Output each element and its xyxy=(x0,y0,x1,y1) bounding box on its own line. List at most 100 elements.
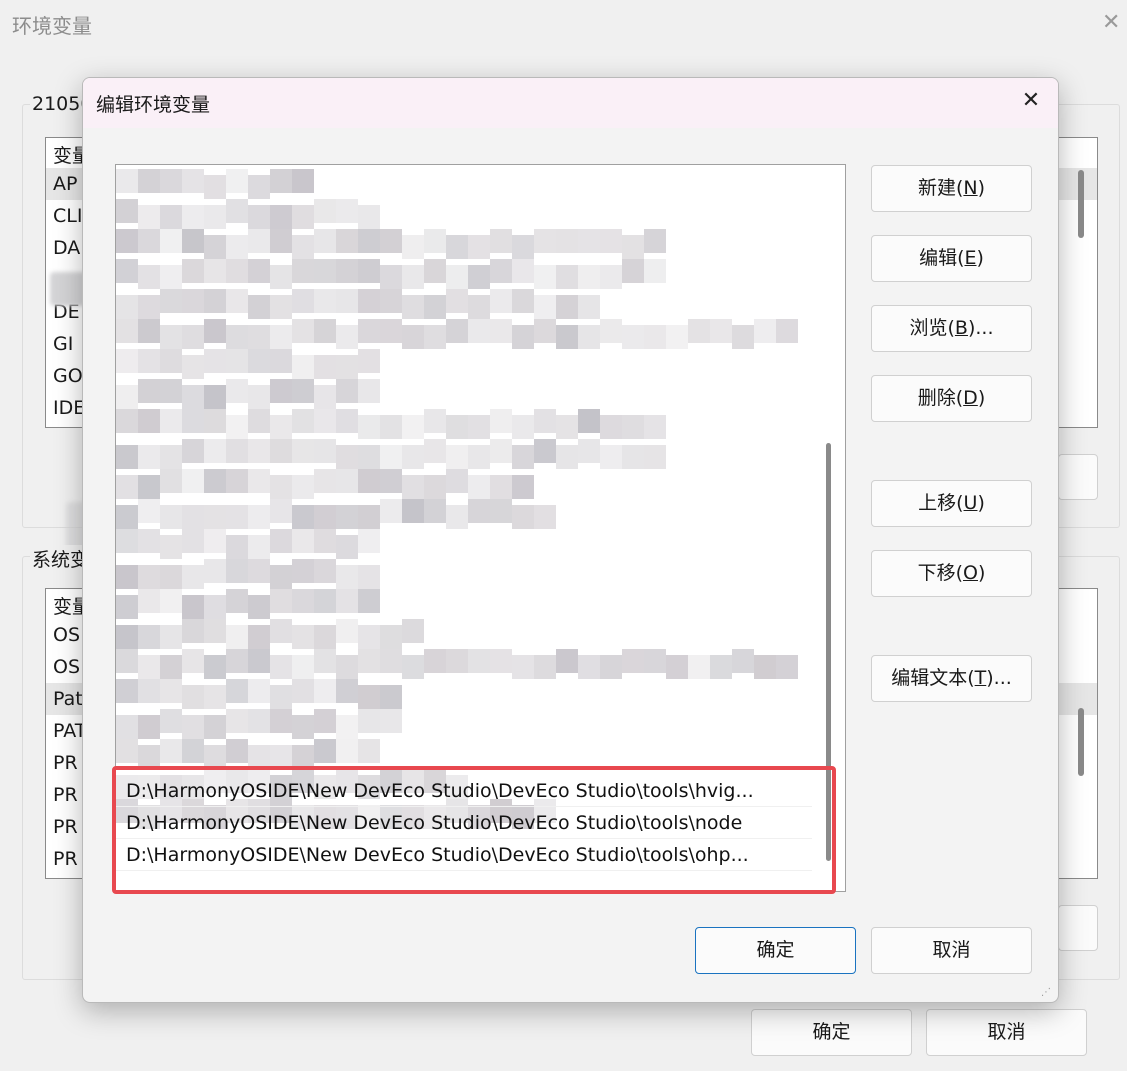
redaction-pixel xyxy=(556,445,578,469)
redaction-pixel xyxy=(182,505,204,529)
redaction-pixel xyxy=(424,475,446,499)
redaction-pixel xyxy=(314,559,336,583)
dialog-title: 编辑环境变量 xyxy=(96,94,211,116)
list-item[interactable]: D:\HarmonyOSIDE\New DevEco Studio\DevEco… xyxy=(116,775,812,807)
redaction-pixel xyxy=(292,559,314,583)
redaction-pixel xyxy=(292,319,314,343)
redaction-pixel xyxy=(204,529,226,553)
resize-grip-icon[interactable]: ⋰ xyxy=(1041,986,1055,1000)
path-list[interactable]: D:\HarmonyOSIDE\New DevEco Studio\DevEco… xyxy=(115,164,846,892)
close-icon[interactable]: ✕ xyxy=(1018,88,1044,114)
redaction-pixel xyxy=(732,325,754,349)
redaction-pixel xyxy=(160,589,182,613)
redaction-pixel xyxy=(380,649,402,673)
redaction-pixel xyxy=(556,325,578,349)
redaction-pixel xyxy=(270,295,292,319)
redaction-pixel xyxy=(534,319,556,343)
redaction-pixel xyxy=(512,235,534,259)
redaction-pixel xyxy=(292,475,314,499)
redaction-pixel xyxy=(116,505,138,529)
redaction-pixel xyxy=(292,169,314,193)
browse-button[interactable]: 浏览(B)... xyxy=(871,305,1032,352)
redaction-pixel xyxy=(226,739,248,763)
redaction-pixel xyxy=(204,349,226,373)
edit-button[interactable]: 编辑(E) xyxy=(871,235,1032,282)
redaction-pixel xyxy=(314,649,336,673)
redaction-pixel xyxy=(138,295,160,319)
redaction-pixel xyxy=(182,619,204,643)
redaction-pixel xyxy=(556,649,578,673)
redaction-pixel xyxy=(116,295,138,319)
redaction-pixel xyxy=(226,349,248,373)
bg-close-icon[interactable]: ✕ xyxy=(1102,10,1120,35)
redaction-pixel xyxy=(226,535,248,559)
redaction-pixel xyxy=(248,469,270,493)
redaction-pixel xyxy=(248,385,270,409)
redaction-pixel xyxy=(534,295,556,319)
redaction-pixel xyxy=(578,265,600,289)
redaction-pixel xyxy=(204,289,226,313)
redaction-pixel xyxy=(710,319,732,343)
redaction-pixel xyxy=(116,349,138,373)
redaction-pixel xyxy=(182,469,204,493)
redaction-pixel xyxy=(336,589,358,613)
redaction-pixel xyxy=(732,649,754,673)
redaction-pixel xyxy=(204,655,226,679)
redaction-pixel xyxy=(336,679,358,703)
redaction-pixel xyxy=(358,259,380,283)
redaction-pixel xyxy=(270,499,292,523)
redaction-pixel xyxy=(666,325,688,349)
redaction-pixel xyxy=(160,565,182,589)
move-down-button[interactable]: 下移(O) xyxy=(871,550,1032,597)
cancel-button[interactable]: 取消 xyxy=(871,927,1032,974)
redaction-pixel xyxy=(160,445,182,469)
bg-cancel-button[interactable]: 取消 xyxy=(926,1009,1087,1056)
redaction-pixel xyxy=(292,655,314,679)
path-list-scrollbar[interactable] xyxy=(826,443,831,861)
redaction-pixel xyxy=(182,409,204,433)
redaction-pixel xyxy=(270,415,292,439)
user-variables-button[interactable] xyxy=(1058,454,1098,500)
redaction-pixel xyxy=(138,475,160,499)
redaction-pixel xyxy=(380,709,402,733)
delete-button[interactable]: 删除(D) xyxy=(871,375,1032,422)
redaction-pixel xyxy=(292,409,314,433)
redaction-pixel xyxy=(622,235,644,259)
list-item[interactable]: D:\HarmonyOSIDE\New DevEco Studio\DevEco… xyxy=(116,807,812,839)
ok-button[interactable]: 确定 xyxy=(695,927,856,974)
system-variables-button[interactable] xyxy=(1058,905,1098,951)
redaction-pixel xyxy=(160,739,182,763)
redaction-pixel xyxy=(556,229,578,253)
redaction-pixel xyxy=(578,655,600,679)
list-item[interactable]: D:\HarmonyOSIDE\New DevEco Studio\DevEco… xyxy=(116,839,812,871)
redaction-pixel xyxy=(600,265,622,289)
redaction-pixel xyxy=(182,355,204,379)
redaction-pixel xyxy=(160,289,182,313)
redaction-pixel xyxy=(490,475,512,499)
bg-ok-button[interactable]: 确定 xyxy=(751,1009,912,1056)
redaction-pixel xyxy=(314,529,336,553)
redaction-pixel xyxy=(182,685,204,709)
edit-text-button[interactable]: 编辑文本(T)... xyxy=(871,655,1032,702)
redaction-pixel xyxy=(292,679,314,703)
redaction-pixel xyxy=(622,415,644,439)
redaction-pixel xyxy=(226,325,248,349)
user-list-scrollbar[interactable] xyxy=(1078,170,1084,238)
new-button[interactable]: 新建(N) xyxy=(871,165,1032,212)
redaction-pixel xyxy=(380,265,402,289)
redaction-pixel xyxy=(468,445,490,469)
redaction-pixel xyxy=(182,325,204,349)
redaction-pixel xyxy=(380,499,402,523)
redaction-pixel xyxy=(270,265,292,289)
redaction-pixel xyxy=(314,355,336,379)
redaction-pixel xyxy=(116,385,138,409)
redaction-pixel xyxy=(270,685,292,709)
redaction-pixel xyxy=(182,565,204,589)
redaction-pixel xyxy=(226,259,248,283)
redaction-pixel xyxy=(226,235,248,259)
system-list-scrollbar[interactable] xyxy=(1078,708,1084,776)
move-up-button[interactable]: 上移(U) xyxy=(871,480,1032,527)
redaction-pixel xyxy=(446,445,468,469)
bg-titlebar: 环境变量 ✕ xyxy=(0,0,1127,48)
redaction-pixel xyxy=(622,445,644,469)
